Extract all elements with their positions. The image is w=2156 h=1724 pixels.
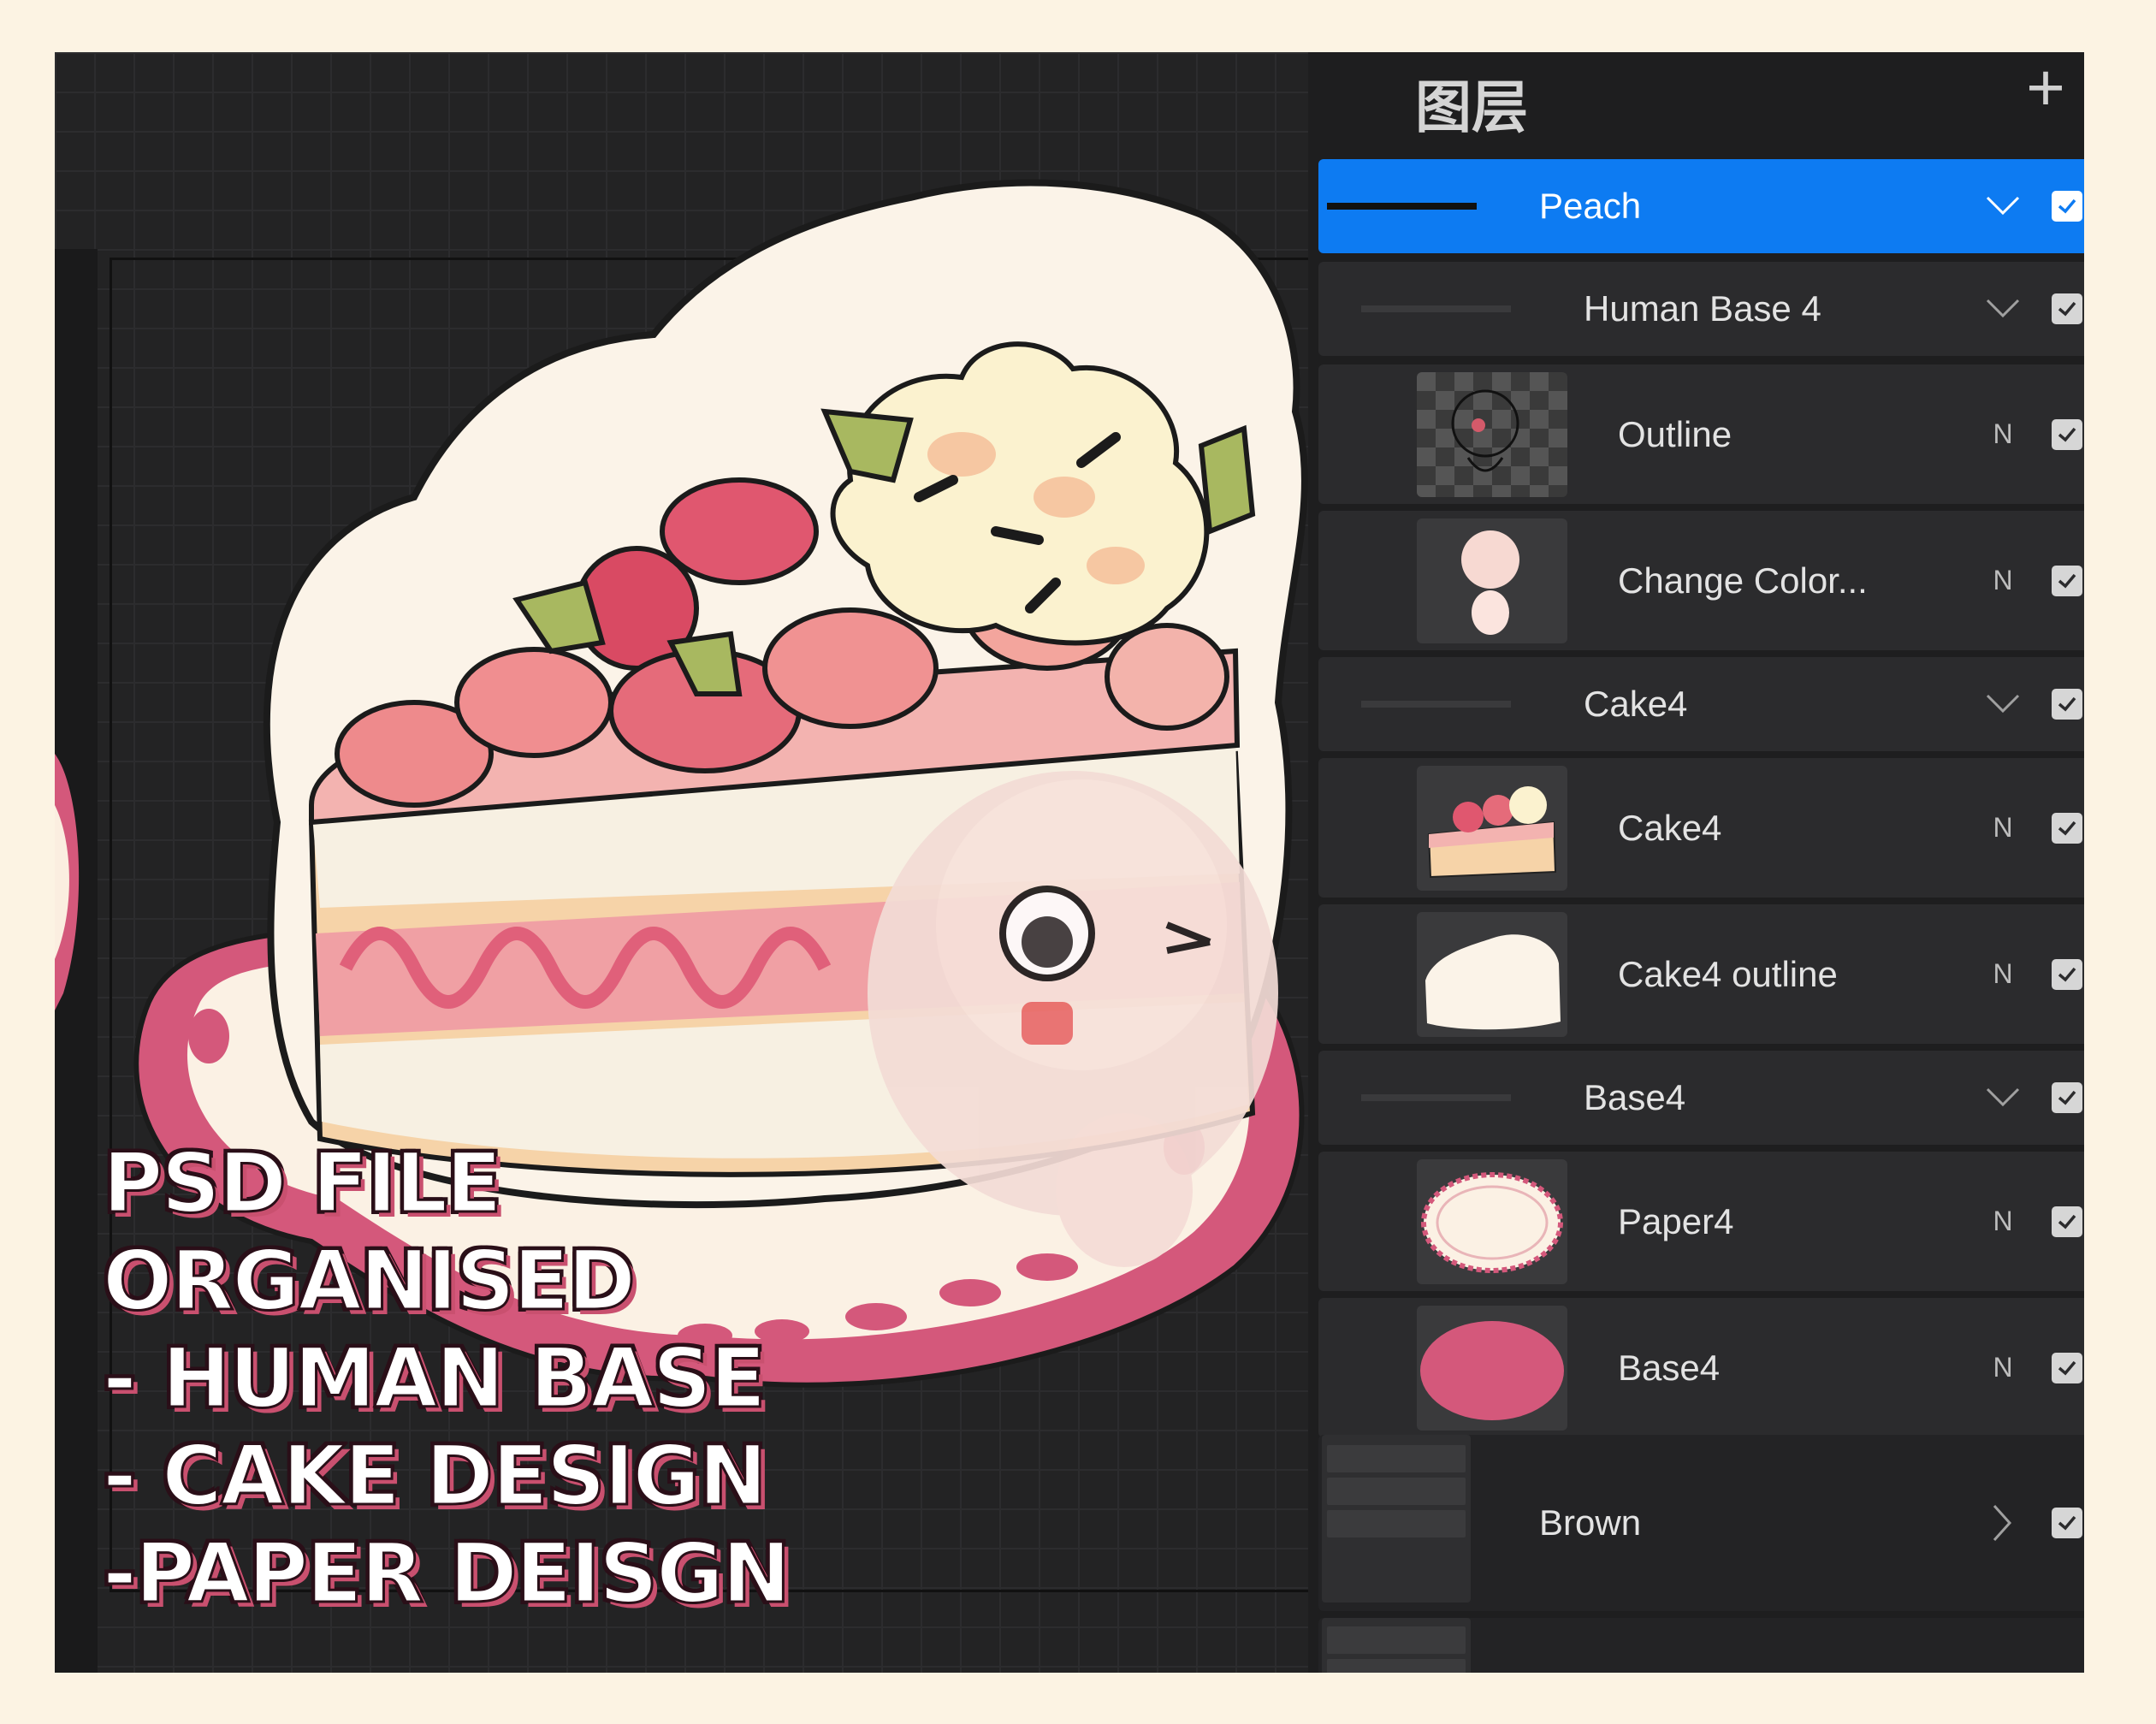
promo-line: -PAPER DEISGN xyxy=(101,1525,791,1623)
visibility-checkbox[interactable] xyxy=(2052,1352,2082,1383)
layer-base4[interactable]: Base4 N xyxy=(1318,1298,2084,1437)
panel-title: 图层 xyxy=(1415,74,1528,140)
visibility-checkbox[interactable] xyxy=(2052,1206,2082,1237)
layer-group-base4[interactable]: Base4 xyxy=(1318,1051,2084,1145)
layer-change-color[interactable]: Change Color... N xyxy=(1318,511,2084,650)
layer-name: Cake4 xyxy=(1618,807,1722,848)
checkbox-checked-icon xyxy=(2058,301,2076,317)
layer-outline[interactable]: Outline N xyxy=(1318,364,2084,504)
layer-group-cake4[interactable]: Cake4 xyxy=(1318,657,2084,751)
layer-thumbnail xyxy=(1417,765,1567,891)
checkbox-checked-icon xyxy=(2058,198,2076,214)
group-indicator-line xyxy=(1361,1094,1511,1101)
blend-mode[interactable]: N xyxy=(1977,1298,2029,1437)
layer-paper4[interactable]: Paper4 N xyxy=(1318,1152,2084,1291)
layer-name: Human Base 4 xyxy=(1584,288,1821,329)
layer-name: Brown xyxy=(1539,1502,1642,1543)
layer-group-peach[interactable]: Peach xyxy=(1318,159,2084,253)
layer-name: Peach xyxy=(1539,186,1642,226)
checkbox-checked-icon xyxy=(2058,1214,2076,1229)
visibility-checkbox[interactable] xyxy=(2052,812,2082,844)
layer-group-human-base-4[interactable]: Human Base 4 xyxy=(1318,262,2084,356)
promo-line: PSD FILE xyxy=(101,1135,503,1233)
layers-panel: 图层 + Peach Human Base 4 Outline N Change… xyxy=(1308,52,2084,1673)
layer-cake4-outline[interactable]: Cake4 outline N xyxy=(1318,904,2084,1044)
checkbox-checked-icon xyxy=(2058,1360,2076,1375)
layer-name: Base4 xyxy=(1618,1347,1721,1388)
checkbox-checked-icon xyxy=(2058,1090,2076,1105)
chevron-down-icon[interactable] xyxy=(1977,657,2029,751)
layer-thumbnail xyxy=(1417,1158,1567,1284)
group-indicator-line xyxy=(1361,701,1511,708)
chevron-down-icon[interactable] xyxy=(1977,1051,2029,1145)
promo-line: - CAKE DESIGN xyxy=(101,1427,768,1526)
group-stack-thumbnail xyxy=(1322,1618,1471,1673)
group-indicator-line xyxy=(1327,203,1477,210)
checkbox-checked-icon xyxy=(2058,696,2076,712)
layer-name: Base4 xyxy=(1584,1077,1686,1117)
layer-name: Change Color... xyxy=(1618,560,1868,601)
group-indicator-line xyxy=(1361,305,1511,312)
layer-cake4[interactable]: Cake4 N xyxy=(1318,758,2084,898)
plus-icon: + xyxy=(2026,52,2065,125)
blend-mode[interactable]: N xyxy=(1977,511,2029,650)
visibility-checkbox[interactable] xyxy=(2052,1082,2082,1113)
blend-mode[interactable]: N xyxy=(1977,904,2029,1044)
layer-name: Paper4 xyxy=(1618,1200,1734,1241)
drawing-canvas[interactable]: PSD FILE ORGANISED - HUMAN BASE - CAKE D… xyxy=(55,52,1308,1673)
blend-mode[interactable]: N xyxy=(1977,1152,2029,1291)
blend-mode[interactable]: N xyxy=(1977,364,2029,504)
visibility-checkbox[interactable] xyxy=(2052,418,2082,450)
visibility-checkbox[interactable] xyxy=(2052,689,2082,720)
layer-thumbnail xyxy=(1417,518,1567,643)
promo-line: - HUMAN BASE xyxy=(101,1330,767,1428)
promo-text: PSD FILE ORGANISED - HUMAN BASE - CAKE D… xyxy=(101,1135,791,1623)
visibility-checkbox[interactable] xyxy=(2052,565,2082,596)
checkbox-checked-icon xyxy=(2058,967,2076,981)
add-layer-button[interactable]: + xyxy=(2016,54,2076,121)
layer-name: Cake4 xyxy=(1584,684,1688,724)
chevron-right-icon[interactable] xyxy=(1977,1435,2029,1611)
visibility-checkbox[interactable] xyxy=(2052,1508,2082,1538)
blend-mode[interactable]: N xyxy=(1977,758,2029,898)
app-window: PSD FILE ORGANISED - HUMAN BASE - CAKE D… xyxy=(55,52,2084,1673)
visibility-checkbox[interactable] xyxy=(2052,191,2082,222)
layer-thumbnail xyxy=(1417,371,1567,497)
layer-group-brown[interactable]: Brown xyxy=(1318,1435,2084,1611)
chevron-down-icon[interactable] xyxy=(1977,262,2029,356)
layer-thumbnail xyxy=(1417,1305,1567,1431)
promo-line: ORGANISED xyxy=(101,1232,637,1330)
checkbox-checked-icon xyxy=(2058,427,2076,441)
visibility-checkbox[interactable] xyxy=(2052,293,2082,324)
layer-name: Outline xyxy=(1618,413,1732,454)
layer-thumbnail xyxy=(1417,911,1567,1037)
group-stack-thumbnail xyxy=(1322,1435,1471,1603)
chevron-down-icon[interactable] xyxy=(1977,159,2029,253)
checkbox-checked-icon xyxy=(2058,821,2076,835)
checkbox-checked-icon xyxy=(2058,573,2076,588)
checkbox-checked-icon xyxy=(2058,1515,2076,1531)
visibility-checkbox[interactable] xyxy=(2052,958,2082,990)
layer-name: Cake4 outline xyxy=(1618,953,1838,994)
layer-group-partial[interactable] xyxy=(1318,1618,2084,1673)
